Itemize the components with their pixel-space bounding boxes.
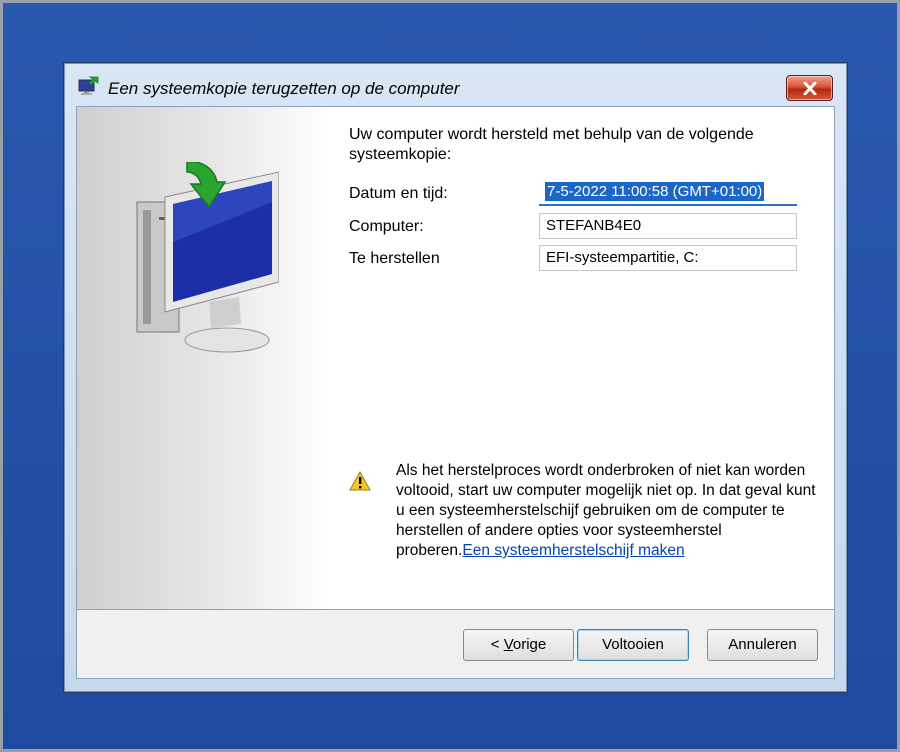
warning-message: Als het herstelproces wordt onderbroken … xyxy=(396,461,816,561)
intro-text: Uw computer wordt hersteld met behulp va… xyxy=(349,126,754,163)
date-time-label: Datum en tijd: xyxy=(349,185,448,202)
close-button[interactable] xyxy=(786,75,833,101)
restore-dialog: Een systeemkopie terugzetten op de compu… xyxy=(63,62,848,693)
computer-field[interactable]: STEFANB4E0 xyxy=(539,213,797,239)
computer-label: Computer: xyxy=(349,218,424,235)
window-title: Een systeemkopie terugzetten op de compu… xyxy=(108,79,460,98)
restore-computer-icon xyxy=(136,162,279,353)
close-icon xyxy=(803,82,817,95)
back-button[interactable]: < Vorige xyxy=(463,629,574,661)
dialog-client-area: Uw computer wordt hersteld met behulp va… xyxy=(76,106,835,679)
finish-button[interactable]: Voltooien xyxy=(577,629,689,661)
warning-icon xyxy=(349,471,371,491)
back-button-accesskey: V xyxy=(503,636,513,653)
system-restore-icon xyxy=(78,76,100,96)
button-separator xyxy=(77,609,834,610)
back-button-label: orige xyxy=(512,636,547,653)
cancel-button[interactable]: Annuleren xyxy=(707,629,818,661)
create-recovery-disc-link[interactable]: Een systeemherstelschijf maken xyxy=(462,542,684,559)
back-button-prefix: < xyxy=(490,636,504,653)
left-decor-panel xyxy=(77,107,330,609)
content-area: Uw computer wordt hersteld met behulp va… xyxy=(77,107,834,609)
title-bar: Een systeemkopie terugzetten op de compu… xyxy=(64,63,847,105)
date-time-field[interactable]: 7-5-2022 11:00:58 (GMT+01:00) xyxy=(539,180,797,206)
restore-target-label: Te herstellen xyxy=(349,250,440,267)
restore-target-field[interactable]: EFI-systeempartitie, C: xyxy=(539,245,797,271)
date-time-value: 7-5-2022 11:00:58 (GMT+01:00) xyxy=(545,182,765,201)
